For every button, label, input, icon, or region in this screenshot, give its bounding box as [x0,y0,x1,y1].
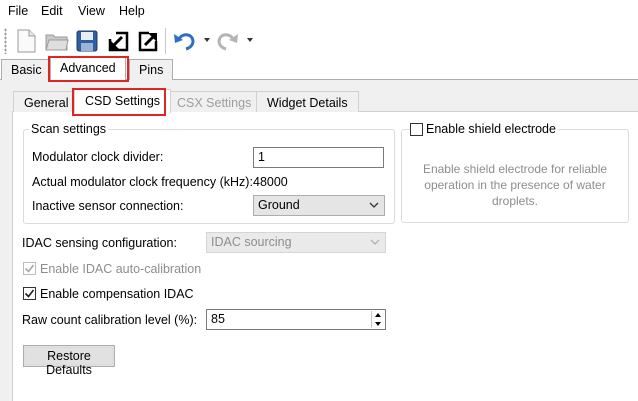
tab-widget-details[interactable]: Widget Details [256,91,359,112]
comp-idac-checkbox[interactable] [23,287,36,300]
import-arrow-icon [108,31,129,52]
menu-file[interactable]: File [8,4,28,18]
tab-advanced[interactable]: Advanced [50,57,126,81]
menu-bar: File Edit View Help [0,0,638,24]
redo-dropdown-icon[interactable] [247,38,253,42]
actual-mod-freq-value: 48000 [253,175,288,189]
toolbar-separator [165,28,166,54]
idac-config-label: IDAC sensing configuration: [22,236,177,250]
actual-mod-freq-label: Actual modulator clock frequency (kHz): [32,175,253,189]
raw-count-spinner[interactable] [371,311,384,328]
new-file-icon [17,29,36,53]
import-button[interactable] [104,27,132,55]
spin-up-icon[interactable] [375,313,381,317]
restore-defaults-button[interactable]: Restore Defaults [23,345,115,377]
inactive-sensor-value: Ground [258,198,300,212]
checkmark-icon [24,289,35,298]
toolbar [0,24,638,58]
chevron-down-icon [370,239,380,245]
tab-csd-settings[interactable]: CSD Settings [74,89,172,113]
chevron-down-icon [369,202,379,208]
raw-count-level-value: 85 [211,312,225,326]
redo-button[interactable] [214,27,242,55]
undo-dropdown-icon[interactable] [204,38,210,42]
comp-idac-label: Enable compensation IDAC [40,287,194,301]
spin-down-icon[interactable] [375,322,381,326]
inactive-sensor-label: Inactive sensor connection: [32,199,184,213]
scan-settings-legend: Scan settings [29,122,109,136]
idac-config-value: IDAC sourcing [211,235,292,249]
raw-count-level-input[interactable]: 85 [206,309,386,330]
tab-pins[interactable]: Pins [129,59,174,80]
mod-clock-divider-label: Modulator clock divider: [32,150,164,164]
tab-csx-settings: CSX Settings [166,91,263,112]
shield-electrode-label: Enable shield electrode [424,122,558,136]
shield-electrode-description: Enable shield electrode for reliable ope… [422,162,608,208]
toolbar-grip[interactable] [4,28,7,54]
export-arrow-icon [138,31,158,52]
menu-edit[interactable]: Edit [41,4,63,18]
undo-icon [174,33,195,51]
export-button[interactable] [134,27,162,55]
tab-general[interactable]: General [13,91,80,112]
open-button[interactable] [43,27,71,55]
idac-config-select: IDAC sourcing [206,232,386,253]
redo-icon [217,33,238,51]
inactive-sensor-select[interactable]: Ground [253,195,385,216]
save-button[interactable] [73,27,101,55]
open-folder-icon [45,34,69,51]
shield-electrode-checkbox[interactable] [410,123,423,136]
undo-button[interactable] [170,27,198,55]
save-icon [76,30,98,52]
new-button[interactable] [12,27,40,55]
raw-count-level-label: Raw count calibration level (%): [22,313,198,327]
checkmark-icon [24,264,35,273]
menu-help[interactable]: Help [119,4,145,18]
idac-auto-cal-label: Enable IDAC auto-calibration [40,262,202,276]
menu-view[interactable]: View [78,4,105,18]
tab-basic[interactable]: Basic [1,59,52,80]
mod-clock-divider-input[interactable]: 1 [253,147,384,168]
idac-auto-cal-checkbox [23,262,36,275]
